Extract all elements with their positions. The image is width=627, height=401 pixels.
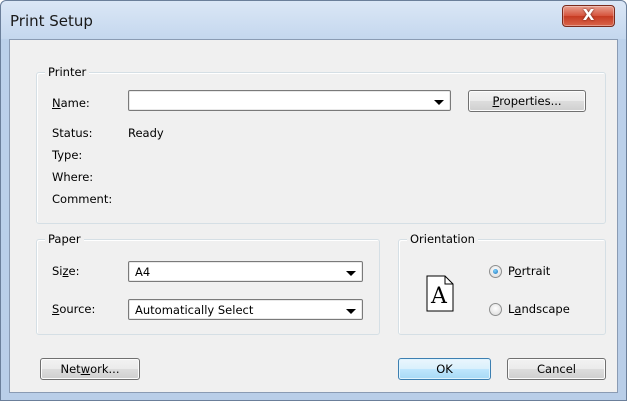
comment-label: Comment: bbox=[52, 192, 113, 206]
source-label: Source: bbox=[52, 302, 96, 316]
orientation-group-label: Orientation bbox=[407, 232, 478, 246]
status-label: Status: bbox=[52, 126, 93, 140]
printer-name-combobox[interactable] bbox=[128, 90, 451, 111]
landscape-radio[interactable] bbox=[489, 303, 502, 316]
radio-selected-dot bbox=[493, 269, 498, 274]
chevron-down-icon bbox=[346, 271, 356, 276]
close-icon: X bbox=[582, 6, 595, 24]
chevron-down-icon bbox=[434, 100, 444, 105]
dialog-client-area: Printer Name: Properties... Status: Read… bbox=[9, 39, 618, 393]
portrait-label[interactable]: Portrait bbox=[508, 264, 550, 278]
properties-button[interactable]: Properties... bbox=[468, 90, 586, 112]
print-setup-dialog: Print Setup X Printer Name: Properties..… bbox=[0, 0, 627, 401]
chevron-down-icon bbox=[346, 309, 356, 314]
dialog-title: Print Setup bbox=[10, 12, 93, 30]
close-button[interactable]: X bbox=[562, 5, 615, 27]
paper-source-value: Automatically Select bbox=[135, 303, 254, 317]
printer-group-label: Printer bbox=[45, 65, 90, 79]
ok-button[interactable]: OK bbox=[398, 358, 491, 380]
landscape-label[interactable]: Landscape bbox=[508, 302, 570, 316]
network-button[interactable]: Network... bbox=[40, 358, 140, 380]
paper-size-value: A4 bbox=[135, 265, 151, 279]
where-label: Where: bbox=[52, 170, 94, 184]
status-value: Ready bbox=[128, 126, 164, 140]
paper-source-combobox[interactable]: Automatically Select bbox=[128, 299, 363, 320]
portrait-radio[interactable] bbox=[489, 265, 502, 278]
cancel-button[interactable]: Cancel bbox=[507, 358, 606, 380]
size-label: Size: bbox=[52, 264, 80, 278]
paper-group: Paper bbox=[36, 232, 380, 335]
page-letter: A bbox=[431, 284, 447, 309]
type-label: Type: bbox=[52, 148, 83, 162]
title-bar[interactable]: Print Setup X bbox=[1, 1, 626, 39]
paper-size-combobox[interactable]: A4 bbox=[128, 261, 363, 282]
name-label: Name: bbox=[52, 96, 90, 110]
paper-group-label: Paper bbox=[45, 232, 84, 246]
